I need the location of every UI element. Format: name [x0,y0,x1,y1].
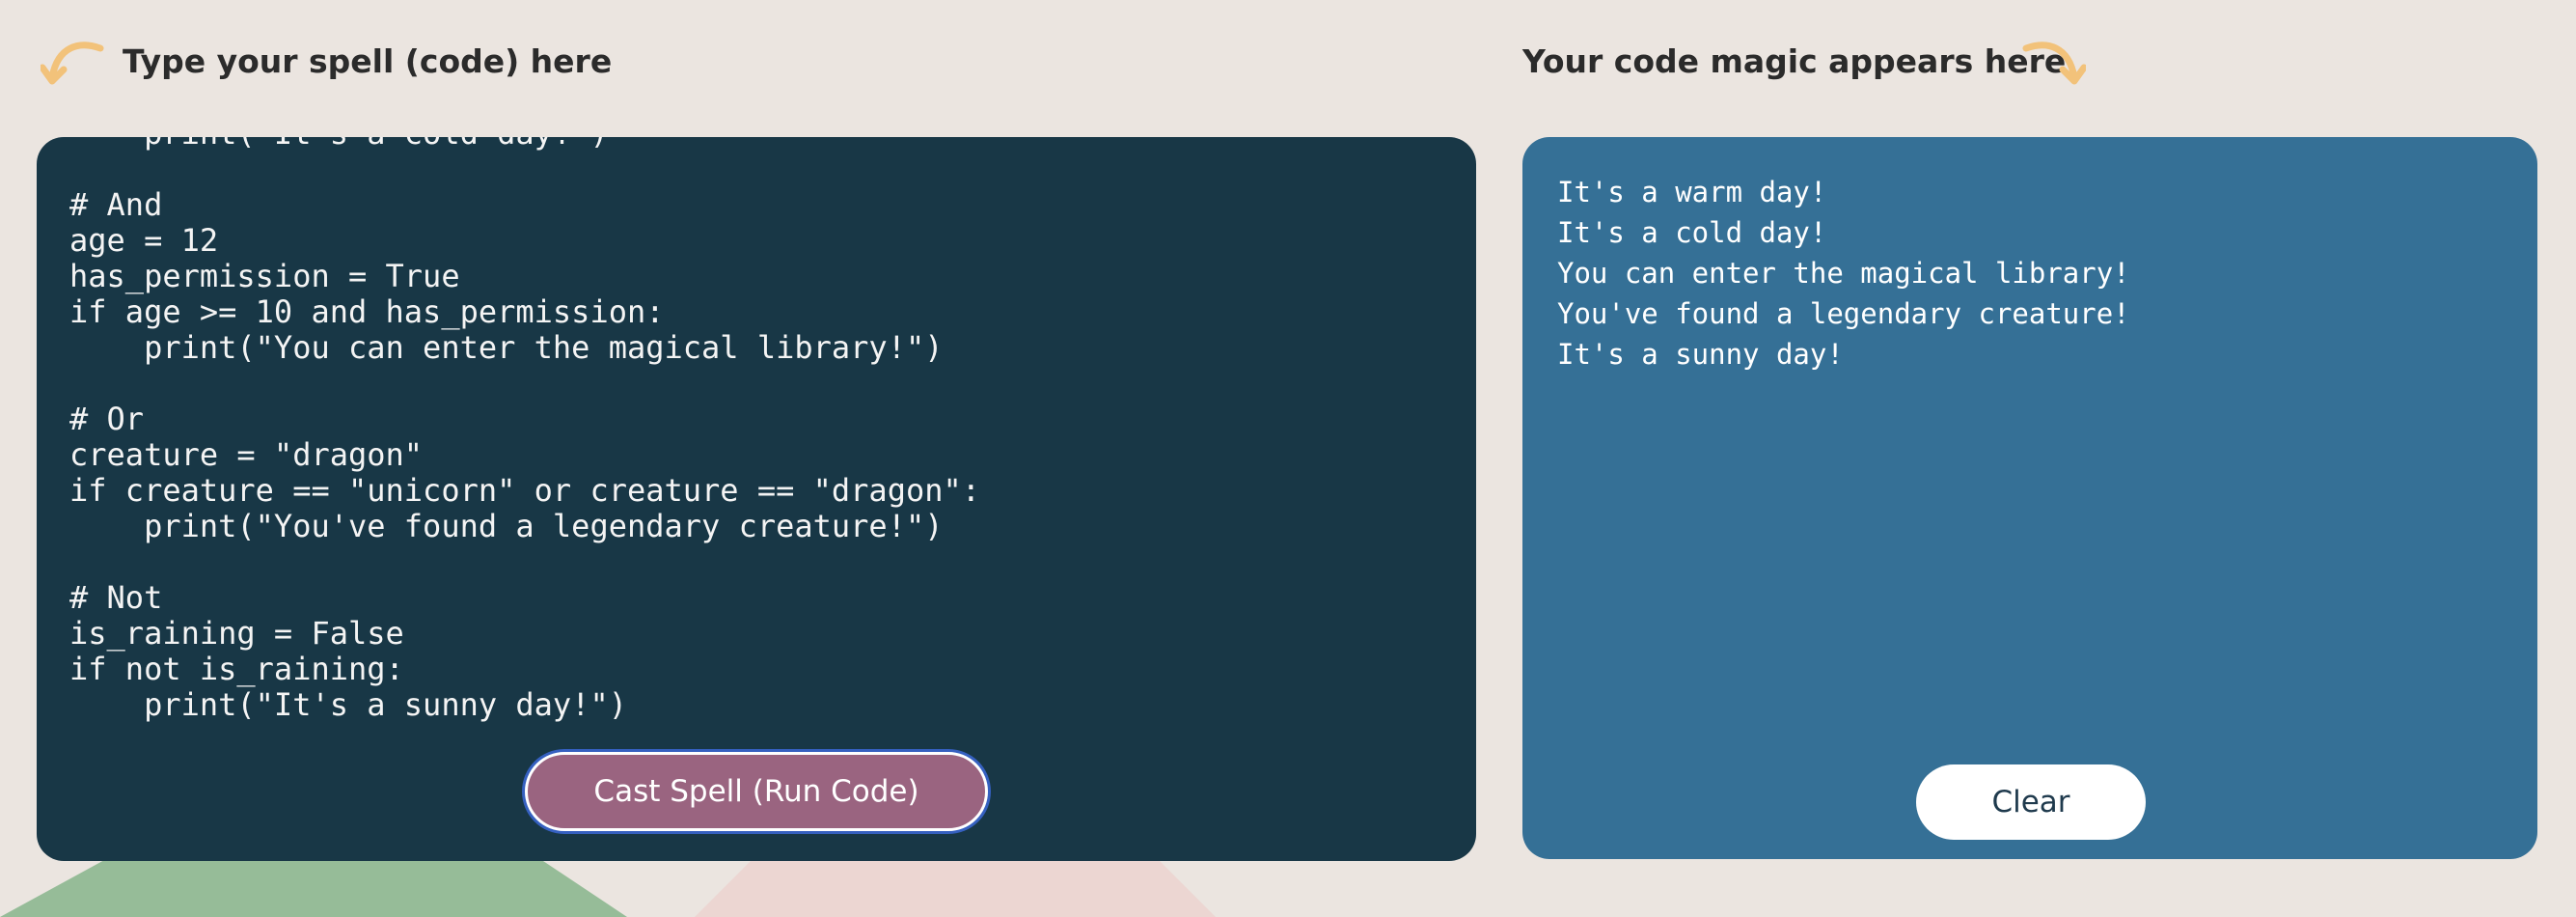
editor-title: Type your spell (code) here [123,42,613,80]
curved-arrow-left-icon [41,42,104,85]
output-line: You've found a legendary creature! [1557,297,2130,330]
run-code-button[interactable]: Cast Spell (Run Code) [525,752,988,831]
output-line: It's a cold day! [1557,216,1827,249]
decorative-green-shape [0,859,627,917]
output-line: It's a warm day! [1557,176,1827,208]
output-lines: It's a warm day! It's a cold day! You ca… [1557,172,2130,375]
code-editor[interactable]: print("It's a cold day!") # And age = 12… [37,137,1476,861]
output-line: It's a sunny day! [1557,338,1844,371]
output-panel: It's a warm day! It's a cold day! You ca… [1522,137,2537,859]
output-title: Your code magic appears here [1522,42,2067,80]
code-text[interactable]: print("It's a cold day!") # And age = 12… [69,137,1457,723]
curved-arrow-right-icon [2022,42,2086,85]
output-line: You can enter the magical library! [1557,257,2130,290]
decorative-pink-shape [695,859,1216,917]
clear-button[interactable]: Clear [1916,764,2146,840]
